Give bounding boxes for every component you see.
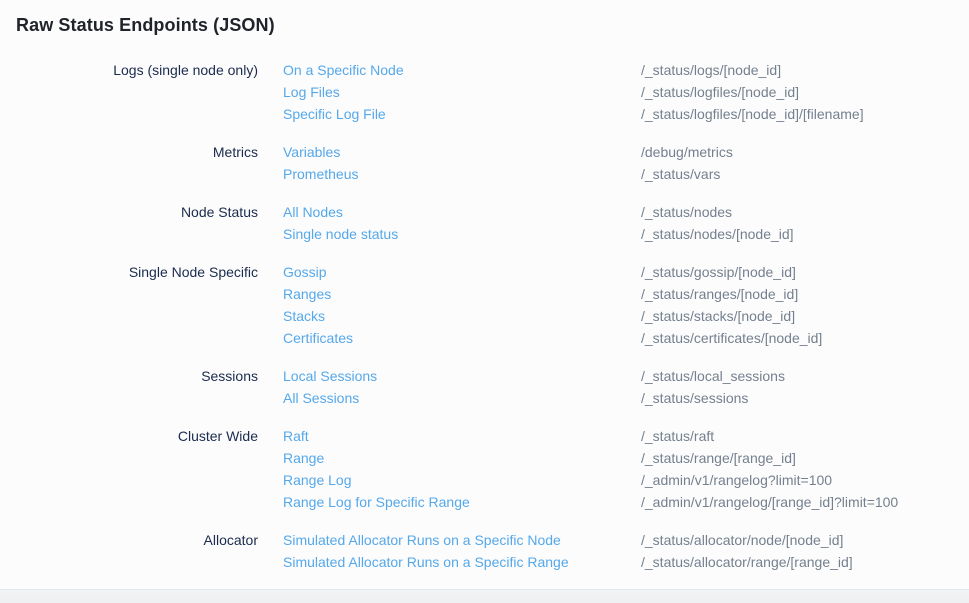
endpoint-path: /_status/ranges/[node_id]: [641, 283, 953, 305]
endpoint-link[interactable]: Stacks: [283, 305, 325, 327]
endpoint-link[interactable]: Ranges: [283, 283, 331, 305]
endpoint-link[interactable]: Variables: [283, 141, 340, 163]
endpoint-link[interactable]: Prometheus: [283, 163, 358, 185]
endpoint-link[interactable]: Range Log for Specific Range: [283, 491, 470, 513]
page-footer-band: [0, 590, 969, 603]
endpoint-link[interactable]: All Sessions: [283, 387, 359, 409]
endpoint-path: /_status/range/[range_id]: [641, 447, 953, 469]
category-label: Logs (single node only): [16, 59, 283, 81]
paths-column: /_status/logs/[node_id]/_status/logfiles…: [641, 59, 953, 125]
paths-column: /_status/raft/_status/range/[range_id]/_…: [641, 425, 953, 513]
endpoint-path: /_status/sessions: [641, 387, 953, 409]
category-label: Single Node Specific: [16, 261, 283, 283]
endpoint-link[interactable]: Range Log: [283, 469, 352, 491]
endpoint-link[interactable]: Raft: [283, 425, 309, 447]
endpoint-link[interactable]: On a Specific Node: [283, 59, 404, 81]
content-area: Raw Status Endpoints (JSON) Logs (single…: [0, 0, 969, 590]
endpoint-path: /_status/stacks/[node_id]: [641, 305, 953, 327]
endpoint-link[interactable]: Local Sessions: [283, 365, 377, 387]
endpoint-path: /_status/logfiles/[node_id]: [641, 81, 953, 103]
endpoint-path: /_status/allocator/node/[node_id]: [641, 529, 953, 551]
links-column: All NodesSingle node status: [283, 201, 641, 245]
category-label: Allocator: [16, 529, 283, 551]
endpoint-group: Cluster WideRaftRangeRange LogRange Log …: [16, 425, 953, 513]
category-label: Cluster Wide: [16, 425, 283, 447]
endpoint-link[interactable]: All Nodes: [283, 201, 343, 223]
endpoint-group: SessionsLocal SessionsAll Sessions/_stat…: [16, 365, 953, 409]
links-column: VariablesPrometheus: [283, 141, 641, 185]
endpoint-path: /_status/gossip/[node_id]: [641, 261, 953, 283]
links-column: On a Specific NodeLog FilesSpecific Log …: [283, 59, 641, 125]
endpoint-path: /_status/raft: [641, 425, 953, 447]
endpoint-group: AllocatorSimulated Allocator Runs on a S…: [16, 529, 953, 573]
category-label: Sessions: [16, 365, 283, 387]
endpoint-path: /_status/allocator/range/[range_id]: [641, 551, 953, 573]
paths-column: /_status/gossip/[node_id]/_status/ranges…: [641, 261, 953, 349]
endpoint-path: /_status/local_sessions: [641, 365, 953, 387]
endpoint-group: Logs (single node only)On a Specific Nod…: [16, 59, 953, 125]
paths-column: /_status/allocator/node/[node_id]/_statu…: [641, 529, 953, 573]
endpoint-path: /debug/metrics: [641, 141, 953, 163]
endpoint-link[interactable]: Specific Log File: [283, 103, 386, 125]
endpoint-group: Node StatusAll NodesSingle node status/_…: [16, 201, 953, 245]
endpoint-path: /_status/nodes: [641, 201, 953, 223]
endpoints-table: Logs (single node only)On a Specific Nod…: [16, 59, 953, 573]
endpoint-group: MetricsVariablesPrometheus/debug/metrics…: [16, 141, 953, 185]
links-column: GossipRangesStacksCertificates: [283, 261, 641, 349]
endpoint-path: /_status/logfiles/[node_id]/[filename]: [641, 103, 953, 125]
endpoint-link[interactable]: Log Files: [283, 81, 340, 103]
endpoint-group: Single Node SpecificGossipRangesStacksCe…: [16, 261, 953, 349]
links-column: RaftRangeRange LogRange Log for Specific…: [283, 425, 641, 513]
endpoint-path: /_admin/v1/rangelog/[range_id]?limit=100: [641, 491, 953, 513]
page-title: Raw Status Endpoints (JSON): [16, 13, 953, 37]
endpoint-link[interactable]: Certificates: [283, 327, 353, 349]
endpoint-link[interactable]: Range: [283, 447, 324, 469]
endpoint-path: /_status/vars: [641, 163, 953, 185]
endpoint-path: /_status/logs/[node_id]: [641, 59, 953, 81]
category-label: Metrics: [16, 141, 283, 163]
paths-column: /debug/metrics/_status/vars: [641, 141, 953, 185]
links-column: Simulated Allocator Runs on a Specific N…: [283, 529, 641, 573]
paths-column: /_status/local_sessions/_status/sessions: [641, 365, 953, 409]
endpoint-link[interactable]: Simulated Allocator Runs on a Specific N…: [283, 529, 561, 551]
endpoint-link[interactable]: Single node status: [283, 223, 398, 245]
endpoint-path: /_status/certificates/[node_id]: [641, 327, 953, 349]
debug-endpoints-page: Raw Status Endpoints (JSON) Logs (single…: [0, 0, 969, 603]
category-label: Node Status: [16, 201, 283, 223]
endpoint-path: /_admin/v1/rangelog?limit=100: [641, 469, 953, 491]
endpoint-path: /_status/nodes/[node_id]: [641, 223, 953, 245]
paths-column: /_status/nodes/_status/nodes/[node_id]: [641, 201, 953, 245]
endpoint-link[interactable]: Gossip: [283, 261, 327, 283]
links-column: Local SessionsAll Sessions: [283, 365, 641, 409]
endpoint-link[interactable]: Simulated Allocator Runs on a Specific R…: [283, 551, 569, 573]
